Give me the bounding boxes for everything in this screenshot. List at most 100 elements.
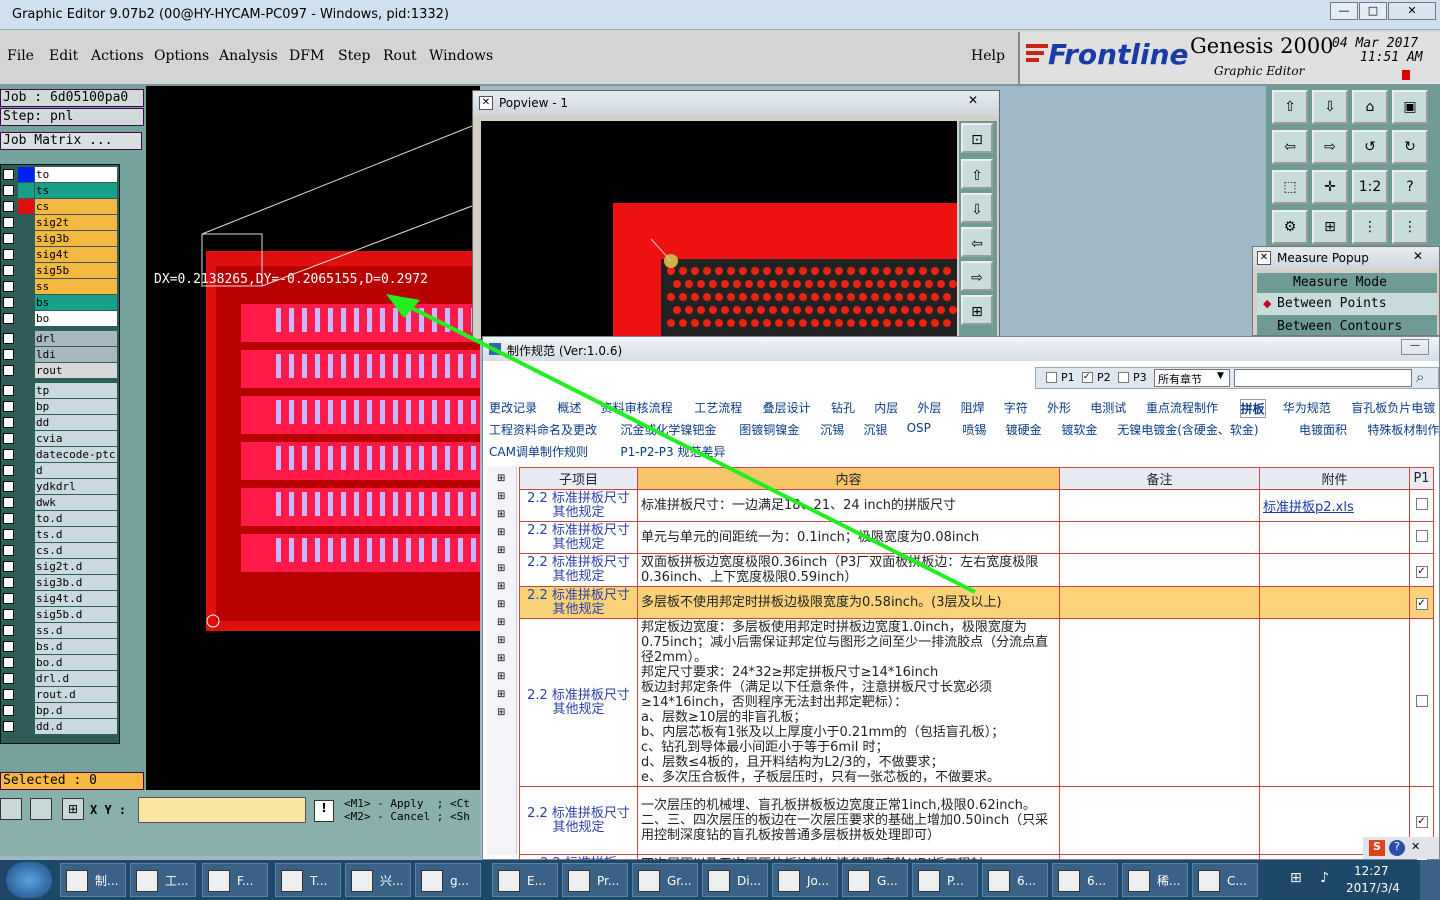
menu-options[interactable]: Options	[154, 48, 209, 64]
layer-checkbox[interactable]	[3, 249, 14, 260]
p1-row-checkbox[interactable]: ✓	[1415, 565, 1428, 578]
tab-tabs_row3-1[interactable]: P1-P2-P3 规范差异	[620, 443, 725, 460]
expand-icon[interactable]: ⊞	[497, 563, 505, 574]
layer-row-to[interactable]: to	[3, 167, 117, 182]
cell-attach[interactable]	[1259, 521, 1410, 554]
p1-row-checkbox[interactable]: ✓	[1415, 598, 1428, 610]
zoom-fit-icon[interactable]: ⊡	[961, 123, 993, 153]
search-icon[interactable]: ⌕	[1416, 368, 1424, 386]
layer-checkbox[interactable]	[3, 465, 14, 476]
tab-tabs_row2-8[interactable]: 镀软金	[1061, 421, 1097, 438]
menu-actions[interactable]: Actions	[91, 48, 144, 64]
cell-attach[interactable]	[1259, 553, 1410, 587]
layer-checkbox[interactable]	[3, 217, 14, 228]
tab-tabs_row1-4[interactable]: 叠层设计	[763, 399, 811, 416]
taskbar-item[interactable]: 6...	[1052, 863, 1118, 897]
taskbar-item[interactable]: 兴...	[345, 863, 411, 897]
table-row[interactable]: 2.2 标准拼板尺寸其他规定 单元与单元的间距统一为：0.1inch；极限宽度为0…	[519, 521, 1434, 554]
zoom-box-icon[interactable]: ⬚	[1272, 170, 1308, 204]
layer-checkbox[interactable]	[3, 417, 14, 428]
s-icon[interactable]: S	[1369, 840, 1385, 856]
expand-icon[interactable]: ⊞	[497, 617, 505, 628]
layer-row-sig4t[interactable]: sig4t	[3, 247, 117, 262]
maximize-button[interactable]: □	[1359, 2, 1387, 20]
left-icon[interactable]: ⇦	[1272, 130, 1308, 164]
tab-tabs_row1-10[interactable]: 外形	[1047, 399, 1071, 416]
menu-analysis[interactable]: Analysis	[219, 48, 278, 64]
angle-icon[interactable]	[30, 798, 52, 820]
layer-row-ldi[interactable]: ldi	[3, 347, 117, 362]
layer-row-tp[interactable]: tp	[3, 383, 117, 398]
layer-row-bo[interactable]: bo	[3, 311, 117, 326]
snap-icon[interactable]: ⋮	[1392, 210, 1428, 244]
layer-checkbox[interactable]	[3, 281, 14, 292]
layer-row-dd[interactable]: dd	[3, 415, 117, 430]
expand-icon[interactable]: ⊞	[497, 473, 505, 484]
layer-checkbox[interactable]	[3, 449, 14, 460]
layer-checkbox[interactable]	[3, 625, 14, 636]
layer-checkbox[interactable]	[3, 577, 14, 588]
center-icon[interactable]: ✛	[1312, 170, 1348, 204]
tab-tabs_row2-2[interactable]: 图镀铜镍金	[739, 421, 799, 438]
expand-icon[interactable]: ⊞	[497, 491, 505, 502]
layer-checkbox[interactable]	[3, 185, 14, 196]
taskbar-item[interactable]: 工...	[130, 863, 196, 897]
pan-right-icon[interactable]: ⇨	[961, 261, 993, 291]
layer-row-bs.d[interactable]: bs.d	[3, 639, 117, 654]
header-note[interactable]: 备注	[1059, 467, 1260, 490]
start-button[interactable]	[6, 862, 52, 898]
expand-icon[interactable]: ⊞	[497, 707, 505, 718]
minimize-button[interactable]: —	[1330, 2, 1358, 20]
layer-checkbox[interactable]	[3, 385, 14, 396]
taskbar-item[interactable]: g...	[415, 863, 481, 897]
header-sub[interactable]: 子项目	[519, 467, 638, 490]
menu-dfm[interactable]: DFM	[289, 48, 324, 64]
layer-row-cs[interactable]: cs	[3, 199, 117, 214]
taskbar-item[interactable]: 稀...	[1122, 863, 1188, 897]
tab-tabs_row1-2[interactable]: 资料审核流程	[601, 399, 673, 416]
scale-icon[interactable]: 1:2	[1352, 170, 1388, 204]
layer-row-datecode-ptc[interactable]: datecode-ptc	[3, 447, 117, 462]
layer-checkbox[interactable]	[3, 297, 14, 308]
layer-checkbox[interactable]	[3, 657, 14, 668]
layer-checkbox[interactable]	[3, 721, 14, 732]
window-icon[interactable]: ▣	[1392, 90, 1428, 124]
xy-input[interactable]	[138, 797, 306, 823]
layer-checkbox[interactable]	[3, 689, 14, 700]
tab-tabs_row3-0[interactable]: CAM调单制作规则	[489, 443, 588, 460]
layer-checkbox[interactable]	[3, 673, 14, 684]
popview-canvas[interactable]	[481, 121, 957, 339]
tab-tabs_row1-11[interactable]: 电测试	[1090, 399, 1126, 416]
layer-row-ss[interactable]: ss	[3, 279, 117, 294]
tab-tabs_row1-3[interactable]: 工艺流程	[694, 399, 742, 416]
cell-attach[interactable]	[1259, 618, 1410, 787]
layer-row-ts.d[interactable]: ts.d	[3, 527, 117, 542]
taskbar-item[interactable]: G...	[842, 863, 908, 897]
tab-tabs_row1-9[interactable]: 字符	[1004, 399, 1028, 416]
tab-tabs_row2-11[interactable]: 特殊板材制作能力	[1367, 421, 1440, 438]
taskbar-item[interactable]: E...	[492, 863, 558, 897]
layer-row-dd.d[interactable]: dd.d	[3, 719, 117, 734]
table-row[interactable]: 2.2 标准拼板尺寸其他规定 双面板拼板边宽度极限0.36inch（P3厂双面板拼…	[519, 553, 1434, 587]
tab-tabs_row1-0[interactable]: 更改记录	[489, 399, 537, 416]
expand-icon[interactable]: ⊞	[497, 509, 505, 520]
table-row[interactable]: 2.2 标准拼板尺寸其他规定 邦定板边宽度：多层板使用邦定时拼板边宽度1.0inc…	[519, 618, 1434, 787]
spec-minimize-button[interactable]: —	[1401, 339, 1429, 355]
right-icon[interactable]: ⇨	[1312, 130, 1348, 164]
layer-row-drl.d[interactable]: drl.d	[3, 671, 117, 686]
taskbar-item[interactable]: 制...	[60, 863, 126, 897]
layer-row-rout.d[interactable]: rout.d	[3, 687, 117, 702]
layer-row-ts[interactable]: ts	[3, 183, 117, 198]
tab-tabs_row2-3[interactable]: 沉锡	[820, 421, 844, 438]
layer-row-to.d[interactable]: to.d	[3, 511, 117, 526]
layer-checkbox[interactable]	[3, 333, 14, 344]
network-icon[interactable]: ⊞	[1290, 870, 1302, 886]
tab-tabs_row1-7[interactable]: 外层	[917, 399, 941, 416]
layer-row-ydkdrl[interactable]: ydkdrl	[3, 479, 117, 494]
down-icon[interactable]: ⇩	[1312, 90, 1348, 124]
header-attach[interactable]: 附件	[1259, 467, 1410, 490]
p1-row-checkbox[interactable]: ✓	[1415, 816, 1428, 828]
expand-icon[interactable]: ⊞	[497, 545, 505, 556]
layer-row-dwk[interactable]: dwk	[3, 495, 117, 510]
layer-row-sig5b[interactable]: sig5b	[3, 263, 117, 278]
